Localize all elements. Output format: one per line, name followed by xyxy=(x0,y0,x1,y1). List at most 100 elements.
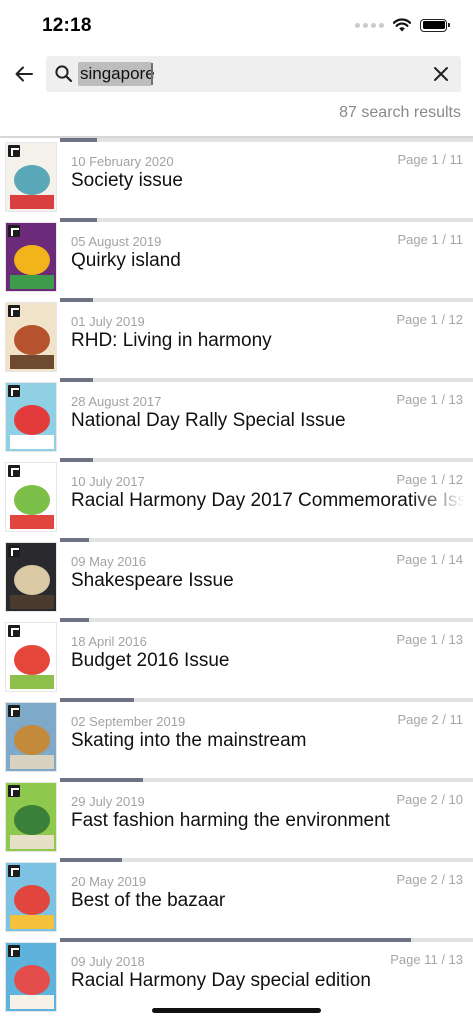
issue-title: Racial Harmony Day 2017 Commemorative Is… xyxy=(71,490,465,511)
reading-progress-fill xyxy=(60,698,135,702)
issue-cover-thumbnail[interactable] xyxy=(5,782,57,852)
wifi-icon xyxy=(393,18,411,32)
issue-date: 10 July 2017 xyxy=(71,474,145,489)
issue-title: Skating into the mainstream xyxy=(71,730,307,751)
reading-progress-fill xyxy=(60,938,412,942)
issue-cover-thumbnail[interactable] xyxy=(5,222,57,292)
list-item[interactable]: 09 May 2016 Page 1 / 14 Shakespeare Issue xyxy=(0,538,473,618)
home-indicator xyxy=(152,1008,321,1013)
issue-cover-thumbnail[interactable] xyxy=(5,462,57,532)
page-indicator: Page 1 / 12 xyxy=(396,312,464,327)
search-query-text: singapore xyxy=(80,64,155,83)
search-field[interactable]: singapore xyxy=(46,56,461,92)
issue-cover-thumbnail[interactable] xyxy=(5,942,57,1012)
list-item[interactable]: 10 July 2017 Page 1 / 12 Racial Harmony Da… xyxy=(0,458,473,538)
reading-progress-bar xyxy=(60,378,473,382)
issue-title: Society issue xyxy=(71,170,183,191)
issue-title: RHD: Living in harmony xyxy=(71,330,272,351)
list-item[interactable]: 02 September 2019 Page 2 / 11 Skating into… xyxy=(0,698,473,778)
battery-icon xyxy=(420,18,450,32)
issue-cover-thumbnail[interactable] xyxy=(5,542,57,612)
status-bar: 12:18 xyxy=(0,0,473,50)
reading-progress-fill xyxy=(60,218,98,222)
issue-title: National Day Rally Special Issue xyxy=(71,410,346,431)
reading-progress-fill xyxy=(60,858,122,862)
issue-title: Best of the bazaar xyxy=(71,890,226,911)
reading-progress-bar xyxy=(60,778,473,782)
issue-cover-thumbnail[interactable] xyxy=(5,862,57,932)
page-indicator: Page 1 / 11 xyxy=(397,152,463,167)
magazine-logo-icon xyxy=(8,465,20,477)
list-item[interactable]: 09 July 2018 Page 11 / 13 Racial Harmony D… xyxy=(0,938,473,1018)
issue-cover-thumbnail[interactable] xyxy=(5,622,57,692)
issue-title: Fast fashion harming the environment xyxy=(71,810,390,831)
issue-date: 18 April 2016 xyxy=(71,634,147,649)
page-indicator: Page 1 / 13 xyxy=(396,392,464,407)
close-icon xyxy=(434,67,448,81)
reading-progress-bar xyxy=(60,698,473,702)
issue-date: 05 August 2019 xyxy=(71,234,162,249)
page-indicator: Page 2 / 13 xyxy=(396,872,464,887)
page-indicator: Page 2 / 11 xyxy=(397,712,463,727)
page-indicator: Page 11 / 13 xyxy=(390,952,463,967)
list-item[interactable]: 20 May 2019 Page 2 / 13 Best of the bazaar xyxy=(0,858,473,938)
page-indicator: Page 2 / 10 xyxy=(396,792,464,807)
page-indicator: Page 1 / 13 xyxy=(396,632,464,647)
back-arrow-icon xyxy=(15,66,33,82)
search-input[interactable]: singapore xyxy=(78,60,418,88)
reading-progress-bar xyxy=(60,938,473,942)
reading-progress-fill xyxy=(60,458,94,462)
reading-progress-fill xyxy=(60,378,94,382)
status-time: 12:18 xyxy=(42,15,92,36)
magazine-logo-icon xyxy=(8,145,20,157)
search-bar: singapore xyxy=(0,56,473,92)
issue-date: 02 September 2019 xyxy=(71,714,186,729)
issue-cover-thumbnail[interactable] xyxy=(5,702,57,772)
reading-progress-fill xyxy=(60,778,143,782)
reading-progress-fill xyxy=(60,538,89,542)
reading-progress-bar xyxy=(60,138,473,142)
text-caret xyxy=(151,63,153,85)
issue-title: Racial Harmony Day special edition xyxy=(71,970,371,991)
issue-date: 20 May 2019 xyxy=(71,874,147,889)
page-indicator: Page 1 / 11 xyxy=(397,232,463,247)
issue-cover-thumbnail[interactable] xyxy=(5,302,57,372)
list-item[interactable]: 01 July 2019 Page 1 / 12 RHD: Living in ha… xyxy=(0,298,473,378)
reading-progress-fill xyxy=(60,298,94,302)
signal-dots-icon xyxy=(355,22,384,28)
reading-progress-bar xyxy=(60,858,473,862)
issue-cover-thumbnail[interactable] xyxy=(5,382,57,452)
reading-progress-bar xyxy=(60,298,473,302)
magazine-logo-icon xyxy=(8,625,20,637)
issue-date: 09 July 2018 xyxy=(71,954,145,969)
list-item[interactable]: 28 August 2017 Page 1 / 13 National Day Ra… xyxy=(0,378,473,458)
search-icon xyxy=(55,65,73,83)
list-item[interactable]: 29 July 2019 Page 2 / 10 Fast fashion harm… xyxy=(0,778,473,858)
magazine-logo-icon xyxy=(8,305,20,317)
page-indicator: Page 1 / 14 xyxy=(396,552,464,567)
list-item[interactable]: 05 August 2019 Page 1 / 11 Quirky island xyxy=(0,218,473,298)
magazine-logo-icon xyxy=(8,865,20,877)
reading-progress-fill xyxy=(60,618,89,622)
magazine-logo-icon xyxy=(8,545,20,557)
back-button[interactable] xyxy=(10,60,38,88)
search-results-count: 87 search results xyxy=(339,104,461,121)
issue-title: Quirky island xyxy=(71,250,181,271)
magazine-logo-icon xyxy=(8,785,20,797)
issue-title: Shakespeare Issue xyxy=(71,570,234,591)
list-item[interactable]: 10 February 2020 Page 1 / 11 Society issue xyxy=(0,138,473,218)
reading-progress-fill xyxy=(60,138,98,142)
reading-progress-bar xyxy=(60,458,473,462)
issue-date: 28 August 2017 xyxy=(71,394,162,409)
issue-cover-thumbnail[interactable] xyxy=(5,142,57,212)
issue-title: Budget 2016 Issue xyxy=(71,650,230,671)
reading-progress-bar xyxy=(60,218,473,222)
list-item[interactable]: 18 April 2016 Page 1 / 13 Budget 2016 Issu… xyxy=(0,618,473,698)
status-icons xyxy=(355,17,450,33)
issue-date: 01 July 2019 xyxy=(71,314,145,329)
clear-search-button[interactable] xyxy=(429,62,453,86)
results-list: 10 February 2020 Page 1 / 11 Society issue… xyxy=(0,138,473,1018)
issue-date: 09 May 2016 xyxy=(71,554,147,569)
issue-date: 10 February 2020 xyxy=(71,154,174,169)
page-indicator: Page 1 / 12 xyxy=(396,472,464,487)
